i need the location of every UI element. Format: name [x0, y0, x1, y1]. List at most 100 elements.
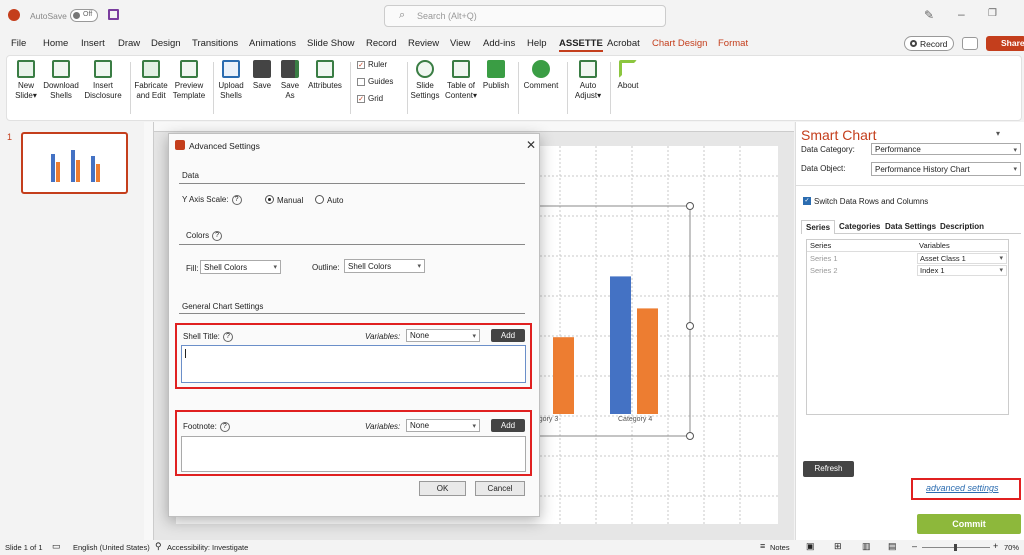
menu-insert[interactable]: Insert [81, 38, 105, 49]
slide-sorter-icon[interactable]: ⊞ [834, 541, 842, 552]
data-category-select[interactable]: Performance ▾ [871, 143, 1021, 155]
menu-review[interactable]: Review [408, 38, 439, 49]
notes-icon: ≡ [760, 541, 766, 551]
insert-disclosure-button[interactable]: Insert Disclosure [83, 60, 123, 101]
footnote-add-button[interactable]: Add [491, 419, 525, 432]
footnote-variables-select[interactable]: None ▾ [406, 419, 480, 432]
tab-categories[interactable]: Categories [839, 222, 880, 231]
accessibility-status[interactable]: Accessibility: Investigate [167, 543, 248, 552]
slideshow-icon[interactable]: ▤ [888, 541, 897, 552]
cancel-button[interactable]: Cancel [475, 481, 525, 496]
tab-series[interactable]: Series [801, 220, 836, 234]
menu-acrobat[interactable]: Acrobat [607, 38, 640, 49]
save-icon[interactable] [108, 9, 119, 20]
tab-data-settings[interactable]: Data Settings [885, 222, 936, 231]
autosave-toggle[interactable]: Off [70, 9, 98, 22]
auto-adjust-button[interactable]: Auto Adjust▾ [571, 60, 605, 101]
zoom-level[interactable]: 70% [1004, 543, 1019, 552]
menu-file[interactable]: File [11, 38, 26, 49]
save-button[interactable]: Save [249, 60, 275, 91]
menu-chart-design[interactable]: Chart Design [652, 38, 707, 49]
menu-slide-show[interactable]: Slide Show [307, 38, 355, 49]
zoom-out-icon[interactable]: – [912, 541, 917, 551]
menu-design[interactable]: Design [151, 38, 181, 49]
resize-handle[interactable] [686, 322, 694, 330]
ribbon-separator [407, 62, 408, 114]
search-box[interactable]: ⌕ Search (Alt+Q) [384, 5, 666, 27]
advanced-settings-link[interactable]: advanced settings [926, 483, 999, 493]
menu-draw[interactable]: Draw [118, 38, 140, 49]
row-variable-select[interactable]: Asset Class 1 ▾ [917, 253, 1007, 264]
data-object-select[interactable]: Performance History Chart ▾ [871, 162, 1021, 176]
slide-count: Slide 1 of 1 [5, 543, 43, 552]
slide-thumbnail[interactable] [21, 132, 128, 194]
footnote-input[interactable] [181, 436, 526, 472]
manual-radio[interactable] [265, 195, 274, 204]
grid-checkbox[interactable]: ✓ Grid [357, 94, 383, 103]
manual-label: Manual [277, 196, 304, 205]
comments-icon[interactable] [962, 37, 978, 50]
tab-description[interactable]: Description [940, 222, 984, 231]
menu-help[interactable]: Help [527, 38, 547, 49]
ok-button[interactable]: OK [419, 481, 466, 496]
switch-rows-checkbox[interactable]: ✓ [803, 197, 811, 205]
outline-select[interactable]: Shell Colors ▾ [344, 259, 425, 273]
pen-icon[interactable]: ✎ [924, 8, 934, 22]
menu-view[interactable]: View [450, 38, 470, 49]
fill-select[interactable]: Shell Colors ▾ [200, 260, 281, 274]
upload-shells-button[interactable]: Upload Shells [215, 60, 247, 101]
table-row: Series 2 Index 1 ▾ [807, 265, 1008, 276]
restore-icon[interactable]: ❐ [988, 8, 997, 19]
resize-handle[interactable] [686, 202, 694, 210]
ruler-checkbox[interactable]: ✓ Ruler [357, 60, 387, 69]
zoom-slider[interactable] [922, 544, 990, 551]
table-of-content-button[interactable]: Table of Content▾ [443, 60, 479, 101]
thumb-bar [51, 154, 55, 182]
fabricate-button[interactable]: Fabricate and Edit [133, 60, 169, 101]
download-shells-button[interactable]: Download Shells [41, 60, 81, 101]
row-variable-select[interactable]: Index 1 ▾ [917, 265, 1007, 276]
slide-settings-button[interactable]: Slide Settings [409, 60, 441, 101]
preview-label-1: Preview [174, 81, 204, 90]
menu-assette[interactable]: ASSETTE [559, 38, 603, 52]
minimize-icon[interactable]: – [958, 7, 965, 21]
comment-icon [532, 60, 550, 78]
record-button[interactable]: Record [904, 36, 954, 51]
menu-transitions[interactable]: Transitions [192, 38, 238, 49]
comment-button[interactable]: Comment [521, 60, 561, 91]
language[interactable]: English (United States) [73, 543, 150, 552]
close-icon[interactable]: ✕ [526, 138, 536, 152]
publish-label: Publish [482, 81, 510, 90]
guides-checkbox[interactable]: Guides [357, 77, 393, 86]
reading-view-icon[interactable]: ▥ [862, 541, 871, 552]
toc-label-2: Content▾ [444, 91, 478, 100]
notes-button[interactable]: Notes [770, 543, 790, 552]
normal-view-icon[interactable]: ▣ [806, 541, 815, 552]
commit-button[interactable]: Commit [917, 514, 1021, 534]
refresh-button[interactable]: Refresh [803, 461, 854, 477]
save-as-button[interactable]: Save As [277, 60, 303, 101]
zoom-in-icon[interactable]: + [993, 541, 998, 551]
zoom-slider-thumb[interactable] [954, 544, 957, 551]
about-icon [619, 60, 637, 78]
preview-template-button[interactable]: Preview Template [171, 60, 207, 101]
new-slide-button[interactable]: New Slide▾ [11, 60, 41, 101]
attributes-button[interactable]: Attributes [305, 60, 345, 91]
menu-add-ins[interactable]: Add-ins [483, 38, 515, 49]
resize-handle[interactable] [686, 432, 694, 440]
panel-menu-chevron-icon[interactable]: ▾ [996, 129, 1000, 138]
menu-record[interactable]: Record [366, 38, 397, 49]
share-button[interactable]: Share [986, 36, 1024, 51]
menu-home[interactable]: Home [43, 38, 68, 49]
footnote-label: Footnote:? [183, 422, 230, 432]
shell-title-variables-select[interactable]: None ▾ [406, 329, 480, 342]
menu-format[interactable]: Format [718, 38, 748, 49]
shell-title-add-button[interactable]: Add [491, 329, 525, 342]
publish-button[interactable]: Publish [481, 60, 511, 91]
shell-title-input[interactable] [181, 345, 526, 383]
menu-animations[interactable]: Animations [249, 38, 296, 49]
auto-radio[interactable] [315, 195, 324, 204]
series-table: Series Variables Series 1 Asset Class 1 ▾… [806, 239, 1009, 415]
spellcheck-icon[interactable]: ▭ [52, 541, 61, 552]
about-button[interactable]: About [613, 60, 643, 91]
